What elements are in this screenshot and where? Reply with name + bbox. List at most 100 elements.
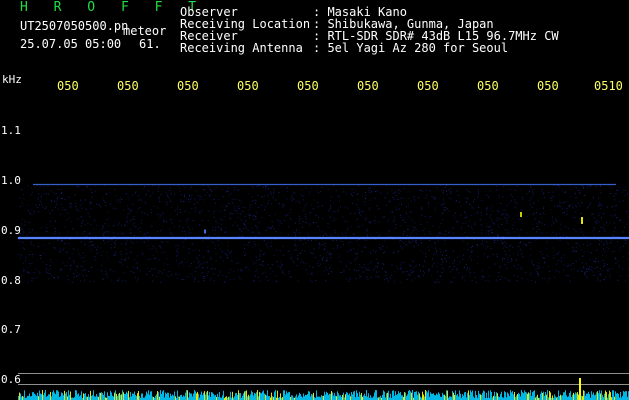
noise-speck bbox=[224, 216, 226, 218]
noise-speck bbox=[148, 190, 150, 192]
noise-speck bbox=[330, 253, 332, 255]
noise-speck bbox=[468, 225, 470, 227]
noise-speck bbox=[473, 231, 475, 233]
noise-speck bbox=[199, 195, 201, 197]
noise-speck bbox=[252, 187, 254, 189]
baseline-bar bbox=[135, 394, 136, 400]
noise-speck bbox=[200, 199, 202, 201]
noise-speck bbox=[96, 203, 98, 205]
noise-speck bbox=[431, 266, 433, 268]
noise-speck bbox=[105, 192, 107, 194]
noise-speck bbox=[257, 276, 259, 278]
baseline-bar bbox=[615, 391, 616, 400]
noise-speck bbox=[406, 206, 407, 208]
noise-speck bbox=[469, 191, 471, 193]
noise-speck bbox=[560, 228, 562, 230]
noise-speck bbox=[278, 192, 280, 194]
noise-speck bbox=[18, 241, 20, 243]
baseline-bar bbox=[532, 392, 533, 400]
noise-speck bbox=[599, 203, 601, 205]
noise-speck bbox=[491, 219, 493, 221]
noise-speck bbox=[257, 195, 259, 197]
baseline-bar bbox=[95, 396, 96, 400]
noise-speck bbox=[192, 228, 194, 230]
baseline-bar bbox=[124, 393, 125, 400]
baseline-bar bbox=[181, 394, 182, 400]
noise-speck bbox=[85, 255, 87, 257]
noise-speck bbox=[247, 244, 249, 246]
baseline-bar bbox=[494, 391, 495, 400]
baseline-bar bbox=[433, 393, 434, 400]
noise-speck bbox=[409, 273, 411, 275]
noise-speck bbox=[529, 242, 531, 243]
baseline-bar bbox=[585, 395, 586, 400]
noise-speck bbox=[123, 233, 125, 235]
noise-speck bbox=[560, 257, 562, 259]
noise-speck bbox=[70, 203, 72, 205]
noise-speck bbox=[549, 270, 551, 272]
noise-speck bbox=[365, 267, 366, 269]
baseline-bar bbox=[450, 396, 451, 400]
noise-speck bbox=[105, 274, 107, 276]
noise-speck bbox=[489, 275, 491, 277]
noise-speck bbox=[114, 246, 116, 248]
noise-speck bbox=[37, 270, 39, 272]
noise-speck bbox=[102, 233, 104, 235]
baseline-bar bbox=[268, 396, 269, 400]
noise-speck bbox=[558, 194, 560, 196]
noise-speck bbox=[403, 197, 405, 199]
noise-speck bbox=[601, 270, 603, 272]
baseline-bar bbox=[455, 390, 456, 400]
noise-speck bbox=[583, 251, 585, 253]
noise-speck bbox=[309, 191, 311, 193]
noise-speck bbox=[428, 269, 430, 271]
noise-speck bbox=[90, 202, 92, 203]
noise-speck bbox=[140, 192, 142, 194]
noise-speck bbox=[559, 205, 561, 207]
noise-speck bbox=[42, 193, 44, 195]
noise-speck bbox=[437, 235, 439, 237]
noise-speck bbox=[415, 242, 417, 244]
baseline-bar bbox=[376, 390, 377, 400]
noise-speck bbox=[587, 220, 589, 222]
noise-speck bbox=[413, 267, 415, 268]
noise-speck bbox=[599, 198, 601, 200]
baseline-bar bbox=[329, 393, 330, 400]
noise-speck bbox=[523, 244, 525, 246]
noise-speck bbox=[598, 201, 600, 203]
baseline-bar bbox=[525, 391, 526, 400]
noise-speck bbox=[255, 218, 257, 220]
noise-speck bbox=[465, 213, 467, 215]
noise-speck bbox=[269, 227, 271, 229]
noise-speck bbox=[365, 197, 366, 199]
baseline-bar bbox=[588, 391, 589, 400]
baseline-bar bbox=[521, 390, 522, 400]
baseline-bar bbox=[60, 396, 61, 400]
noise-speck bbox=[385, 185, 387, 187]
noise-speck bbox=[328, 273, 330, 275]
noise-speck bbox=[124, 225, 125, 227]
noise-speck bbox=[364, 204, 366, 206]
noise-speck bbox=[500, 202, 502, 204]
noise-speck bbox=[568, 205, 570, 207]
noise-speck bbox=[468, 270, 470, 271]
noise-speck bbox=[126, 193, 128, 195]
noise-speck bbox=[327, 251, 329, 252]
noise-speck bbox=[222, 188, 224, 190]
noise-speck bbox=[29, 262, 30, 264]
baseline-bar bbox=[446, 390, 447, 400]
baseline-bar bbox=[97, 396, 98, 400]
noise-speck bbox=[280, 223, 282, 224]
noise-speck bbox=[552, 220, 554, 221]
baseline-bar bbox=[624, 391, 625, 400]
noise-speck bbox=[209, 279, 211, 281]
noise-speck bbox=[67, 196, 69, 198]
noise-speck bbox=[71, 204, 73, 206]
noise-speck bbox=[412, 240, 414, 242]
baseline-bar bbox=[623, 391, 624, 400]
noise-speck bbox=[437, 232, 439, 234]
noise-speck bbox=[101, 255, 103, 256]
noise-speck bbox=[614, 246, 616, 247]
noise-speck bbox=[196, 202, 198, 204]
noise-speck bbox=[340, 246, 342, 248]
